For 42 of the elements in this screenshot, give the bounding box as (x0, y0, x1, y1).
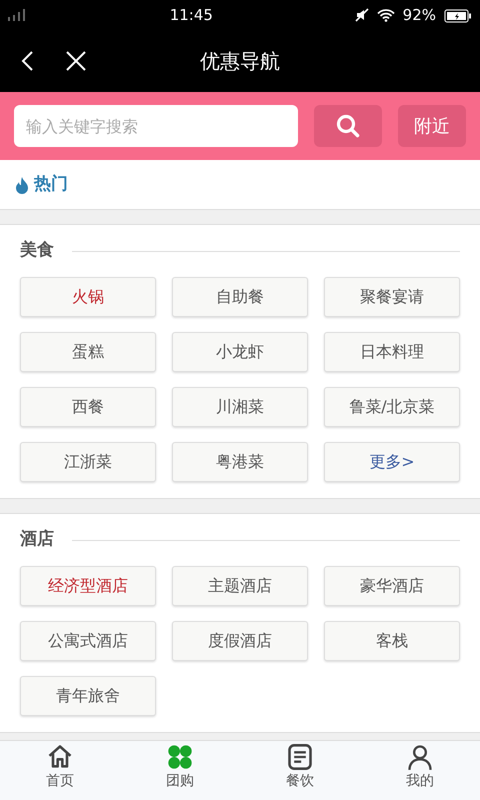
note-icon (286, 743, 314, 771)
page-title: 优惠导航 (200, 48, 280, 75)
mute-icon (354, 8, 369, 22)
search-field[interactable]: 输入关键字搜索 (14, 105, 298, 147)
section-title: 酒店 (20, 528, 54, 552)
wifi-icon (376, 8, 395, 22)
tab-item[interactable]: 团购 (120, 741, 240, 800)
category-tag[interactable]: 火锅 (20, 277, 156, 317)
category-tag[interactable]: 日本料理 (324, 332, 460, 372)
tab-item[interactable]: 餐饮 (240, 741, 360, 800)
hot-label[interactable]: 热门 (34, 172, 68, 198)
more-link[interactable]: 更多> (324, 442, 460, 482)
person-icon (406, 743, 434, 771)
close-button[interactable] (64, 48, 88, 74)
section-title: 美食 (20, 239, 54, 262)
tab-item[interactable]: 首页 (0, 741, 120, 800)
nearby-button[interactable]: 附近 (398, 105, 466, 147)
category-tag[interactable]: 聚餐宴请 (324, 277, 460, 317)
category-tag[interactable]: 西餐 (20, 387, 156, 427)
category-tag[interactable]: 主题酒店 (172, 566, 308, 606)
category-tag[interactable]: 鲁菜/北京菜 (324, 387, 460, 427)
four-dots-icon (166, 743, 194, 771)
search-button[interactable] (314, 105, 382, 147)
category-tag[interactable]: 川湘菜 (172, 387, 308, 427)
category-tag[interactable]: 经济型酒店 (20, 566, 156, 606)
flame-icon (14, 176, 30, 194)
category-tag[interactable]: 公寓式酒店 (20, 621, 156, 661)
category-tag[interactable]: 客栈 (324, 621, 460, 661)
tab-item[interactable]: 我的 (360, 741, 480, 800)
category-tag[interactable]: 粤港菜 (172, 442, 308, 482)
category-tag[interactable]: 蛋糕 (20, 332, 156, 372)
battery-icon (444, 8, 472, 23)
battery-percent: 92% (402, 4, 436, 26)
category-tag[interactable]: 豪华酒店 (324, 566, 460, 606)
category-tag[interactable]: 青年旅舍 (20, 676, 156, 716)
search-icon (335, 113, 361, 139)
category-tag[interactable]: 江浙菜 (20, 442, 156, 482)
signal-icon (8, 9, 28, 21)
category-tag[interactable]: 度假酒店 (172, 621, 308, 661)
category-tag[interactable]: 小龙虾 (172, 332, 308, 372)
status-time: 11:45 (168, 4, 214, 26)
category-tag[interactable]: 自助餐 (172, 277, 308, 317)
